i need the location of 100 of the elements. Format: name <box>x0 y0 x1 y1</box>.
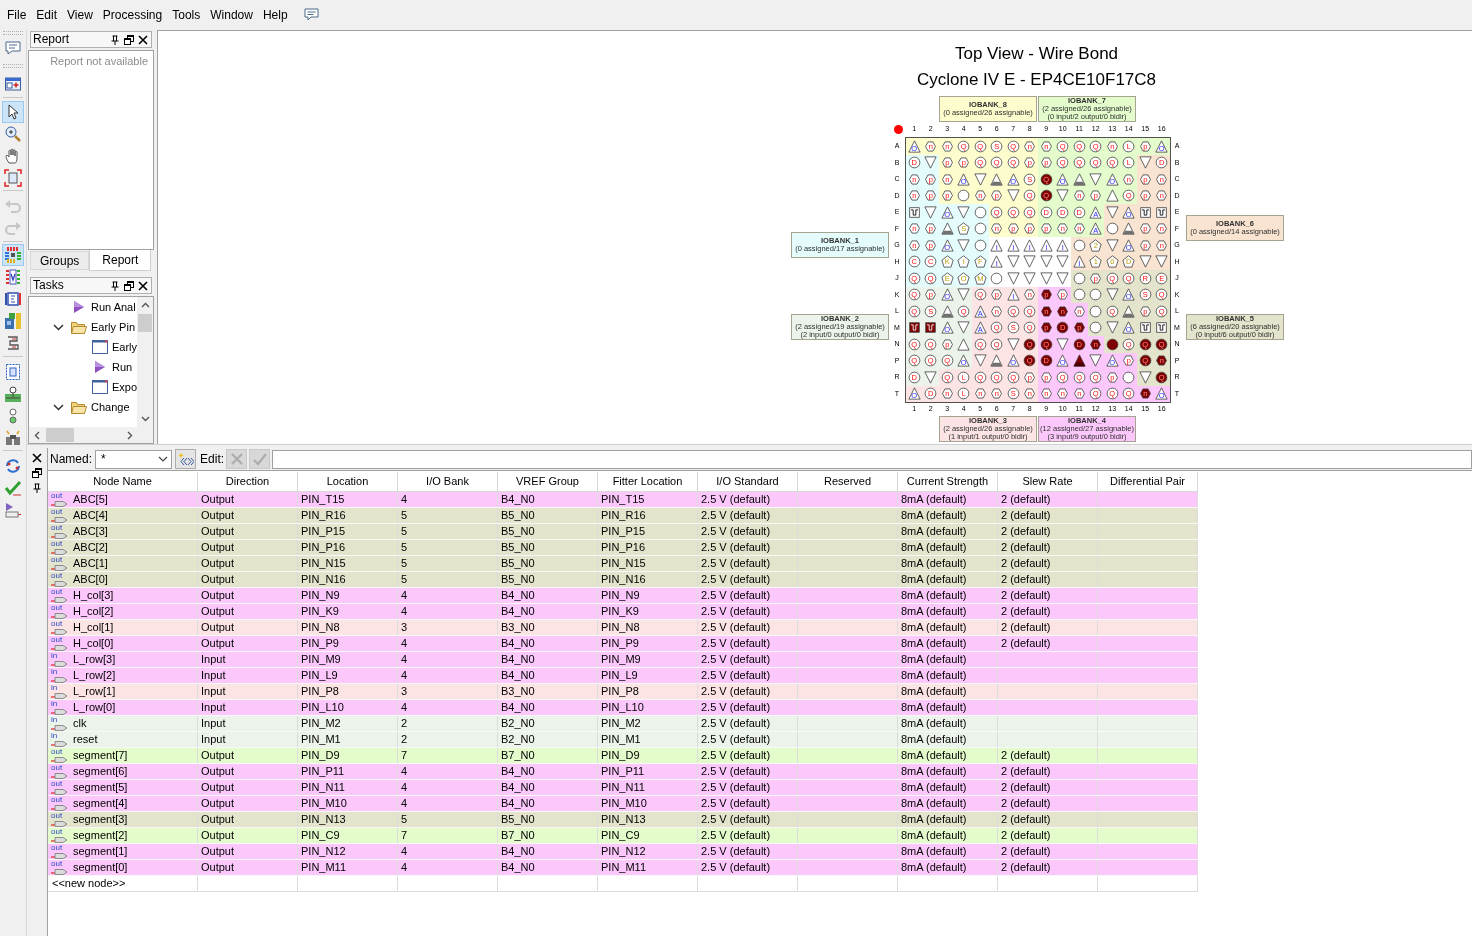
menu-item[interactable]: Processing <box>97 5 168 25</box>
table-row[interactable]: out segment[6] Output PIN_P11 4 B4_N0 PIN_P11 2.5 V (default) 8mA (default) 2 (default) <box>48 764 1198 780</box>
table-row[interactable]: in L_row[0] Input PIN_L10 4 B4_N0 PIN_L10 2.5 V (default) 8mA (default) <box>48 700 1198 716</box>
new-node-cell[interactable]: <<new node>> <box>52 875 126 892</box>
close-button[interactable] <box>138 34 148 45</box>
vertical-scrollbar[interactable] <box>137 297 153 427</box>
tool-button[interactable] <box>2 101 24 123</box>
table-cell: 2 (default) <box>1001 796 1051 811</box>
table-row[interactable]: out H_col[1] Output PIN_N8 3 B3_N0 PIN_N8 2.5 V (default) 8mA (default) 2 (default) <box>48 620 1198 636</box>
blocks-icon <box>4 312 22 330</box>
column-header[interactable]: Differential Pair <box>1098 472 1198 491</box>
column-header[interactable]: Current Strength <box>898 472 998 491</box>
speech-bubble-icon <box>303 8 319 22</box>
table-cell: PIN_N8 <box>301 620 340 635</box>
table-row[interactable]: out segment[4] Output PIN_M10 4 B4_N0 PIN_M10 2.5 V (default) 8mA (default) 2 (default) <box>48 796 1198 812</box>
table-row[interactable]: out H_col[0] Output PIN_P9 4 B4_N0 PIN_P9 2.5 V (default) 8mA (default) 2 (default) <box>48 636 1198 652</box>
table-cell: 5 <box>401 812 408 827</box>
task-item[interactable]: Run <box>112 358 133 376</box>
table-cell: segment[7] <box>73 748 128 763</box>
menu-item[interactable]: Help <box>257 5 293 25</box>
table-row[interactable]: out H_col[2] Output PIN_K9 4 B4_N0 PIN_K9 2.5 V (default) 8mA (default) 2 (default) <box>48 604 1198 620</box>
dotted-chip-icon <box>4 363 22 381</box>
table-row[interactable]: out ABC[0] Output PIN_N16 5 B5_N0 PIN_N16 2.5 V (default) 8mA (default) 2 (default) <box>48 572 1198 588</box>
table-row[interactable]: out segment[3] Output PIN_N13 5 B5_N0 PIN_N13 2.5 V (default) 8mA (default) 2 (default) <box>48 812 1198 828</box>
empty-message: Report not available <box>50 54 148 69</box>
table-row[interactable]: out segment[2] Output PIN_C9 7 B7_N0 PIN_C9 2.5 V (default) 8mA (default) 2 (default) <box>48 828 1198 844</box>
menu-item[interactable]: Edit <box>31 5 63 25</box>
menu-item[interactable]: Window <box>205 5 258 25</box>
tool-button[interactable] <box>2 383 24 405</box>
task-item[interactable]: Expo <box>111 378 137 396</box>
table-row[interactable]: out segment[1] Output PIN_N12 4 B4_N0 PIN_N12 2.5 V (default) 8mA (default) 2 (default) <box>48 844 1198 860</box>
table-row[interactable]: out ABC[3] Output PIN_P15 5 B5_N0 PIN_P15 2.5 V (default) 8mA (default) 2 (default) <box>48 524 1198 540</box>
panel-tab[interactable]: Report <box>89 250 152 271</box>
column-header[interactable]: I/O Standard <box>698 472 798 491</box>
tool-button[interactable] <box>2 244 24 266</box>
pin-button[interactable] <box>110 34 120 45</box>
task-item[interactable]: Change <box>91 398 130 416</box>
scrollbar-thumb[interactable] <box>138 314 152 332</box>
table-cell: Output <box>201 844 235 859</box>
table-cell: B4_N0 <box>501 796 535 811</box>
table-row[interactable]: in clk Input PIN_M2 2 B2_N0 PIN_M2 2.5 V (default) 8mA (default) <box>48 716 1198 732</box>
tool-button[interactable] <box>2 310 24 332</box>
table-cell: 2 (default) <box>1001 604 1051 619</box>
table-row[interactable]: out ABC[5] Output PIN_T15 4 B4_N0 PIN_T15 2.5 V (default) 8mA (default) 2 (default) <box>48 492 1198 508</box>
column-header[interactable]: Direction <box>198 472 298 491</box>
table-cell: PIN_L9 <box>301 668 338 683</box>
table-cell: 2 (default) <box>1001 572 1051 587</box>
column-header[interactable]: Location <box>298 472 398 491</box>
restore-button[interactable] <box>124 34 134 45</box>
edit-field[interactable] <box>272 449 1472 469</box>
column-header[interactable]: Fitter Location <box>598 472 698 491</box>
comment-button[interactable] <box>303 8 319 22</box>
task-item[interactable]: Early Pin <box>91 318 136 336</box>
restore-button[interactable] <box>31 467 43 479</box>
column-header[interactable]: Node Name <box>48 472 198 491</box>
table-cell: PIN_N13 <box>301 812 346 827</box>
table-row[interactable]: in L_row[2] Input PIN_L9 4 B4_N0 PIN_L9 2.5 V (default) 8mA (default) <box>48 668 1198 684</box>
check-icon <box>4 479 22 497</box>
expander[interactable] <box>52 323 64 331</box>
table-row[interactable]: in reset Input PIN_M1 2 B2_N0 PIN_M1 2.5 V (default) 8mA (default) <box>48 732 1198 748</box>
chevron-left-icon <box>34 430 40 440</box>
check-icon <box>251 451 268 467</box>
filter-button[interactable] <box>175 449 197 469</box>
table-row[interactable]: in L_row[3] Input PIN_M9 4 B4_N0 PIN_M9 2.5 V (default) 8mA (default) <box>48 652 1198 668</box>
expander[interactable] <box>52 403 64 411</box>
pin-button[interactable] <box>31 482 43 494</box>
task-item[interactable]: Early <box>111 338 137 356</box>
task-item[interactable]: Run Anal <box>91 298 136 316</box>
table-cell: clk <box>73 716 87 731</box>
pin-button[interactable] <box>110 280 120 291</box>
table-cell: PIN_P16 <box>301 540 346 555</box>
table-cell: L_row[0] <box>73 700 116 715</box>
column-header[interactable]: VREF Group <box>498 472 598 491</box>
restore-button[interactable] <box>124 280 134 291</box>
close-button[interactable] <box>138 280 148 291</box>
panel-tab[interactable]: Groups <box>30 251 90 270</box>
table-row[interactable]: out H_col[3] Output PIN_N9 4 B4_N0 PIN_N9 2.5 V (default) 8mA (default) 2 (default) <box>48 588 1198 604</box>
column-header[interactable]: Reserved <box>798 472 898 491</box>
close-button[interactable] <box>31 452 43 464</box>
table-row[interactable]: out ABC[2] Output PIN_P16 5 B5_N0 PIN_P16 2.5 V (default) 8mA (default) 2 (default) <box>48 540 1198 556</box>
column-header[interactable]: Slew Rate <box>998 472 1098 491</box>
menu-item[interactable]: File <box>2 5 32 25</box>
menu-item[interactable]: Tools <box>167 5 206 25</box>
table-cell: 2.5 V (default) <box>701 812 771 827</box>
table-row[interactable]: in L_row[1] Input PIN_P8 3 B3_N0 PIN_P8 2.5 V (default) 8mA (default) <box>48 684 1198 700</box>
table-row[interactable]: out segment[0] Output PIN_M11 4 B4_N0 PIN_M11 2.5 V (default) 8mA (default) 2 (default) <box>48 860 1198 876</box>
restore-icon <box>124 34 134 45</box>
horizontal-scrollbar[interactable] <box>29 427 137 443</box>
edit-label: Edit: <box>200 451 225 468</box>
table-row[interactable]: out segment[7] Output PIN_D9 7 B7_N0 PIN_D9 2.5 V (default) 8mA (default) 2 (default) <box>48 748 1198 764</box>
table-cell: 2 (default) <box>1001 508 1051 523</box>
menu-item[interactable]: View <box>62 5 98 25</box>
table-cell: segment[1] <box>73 844 128 859</box>
column-header[interactable]: I/O Bank <box>398 472 498 491</box>
scrollbar-thumb[interactable] <box>46 428 74 442</box>
table-row[interactable]: out segment[5] Output PIN_N11 4 B4_N0 PIN_N11 2.5 V (default) 8mA (default) 2 (default) <box>48 780 1198 796</box>
named-filter-combo[interactable]: * <box>95 449 173 469</box>
table-row[interactable]: out ABC[1] Output PIN_N15 5 B5_N0 PIN_N15 2.5 V (default) 8mA (default) 2 (default) <box>48 556 1198 572</box>
table-cell: PIN_M11 <box>601 860 647 875</box>
table-row[interactable]: out ABC[4] Output PIN_R16 5 B5_N0 PIN_R16 2.5 V (default) 8mA (default) 2 (default) <box>48 508 1198 524</box>
